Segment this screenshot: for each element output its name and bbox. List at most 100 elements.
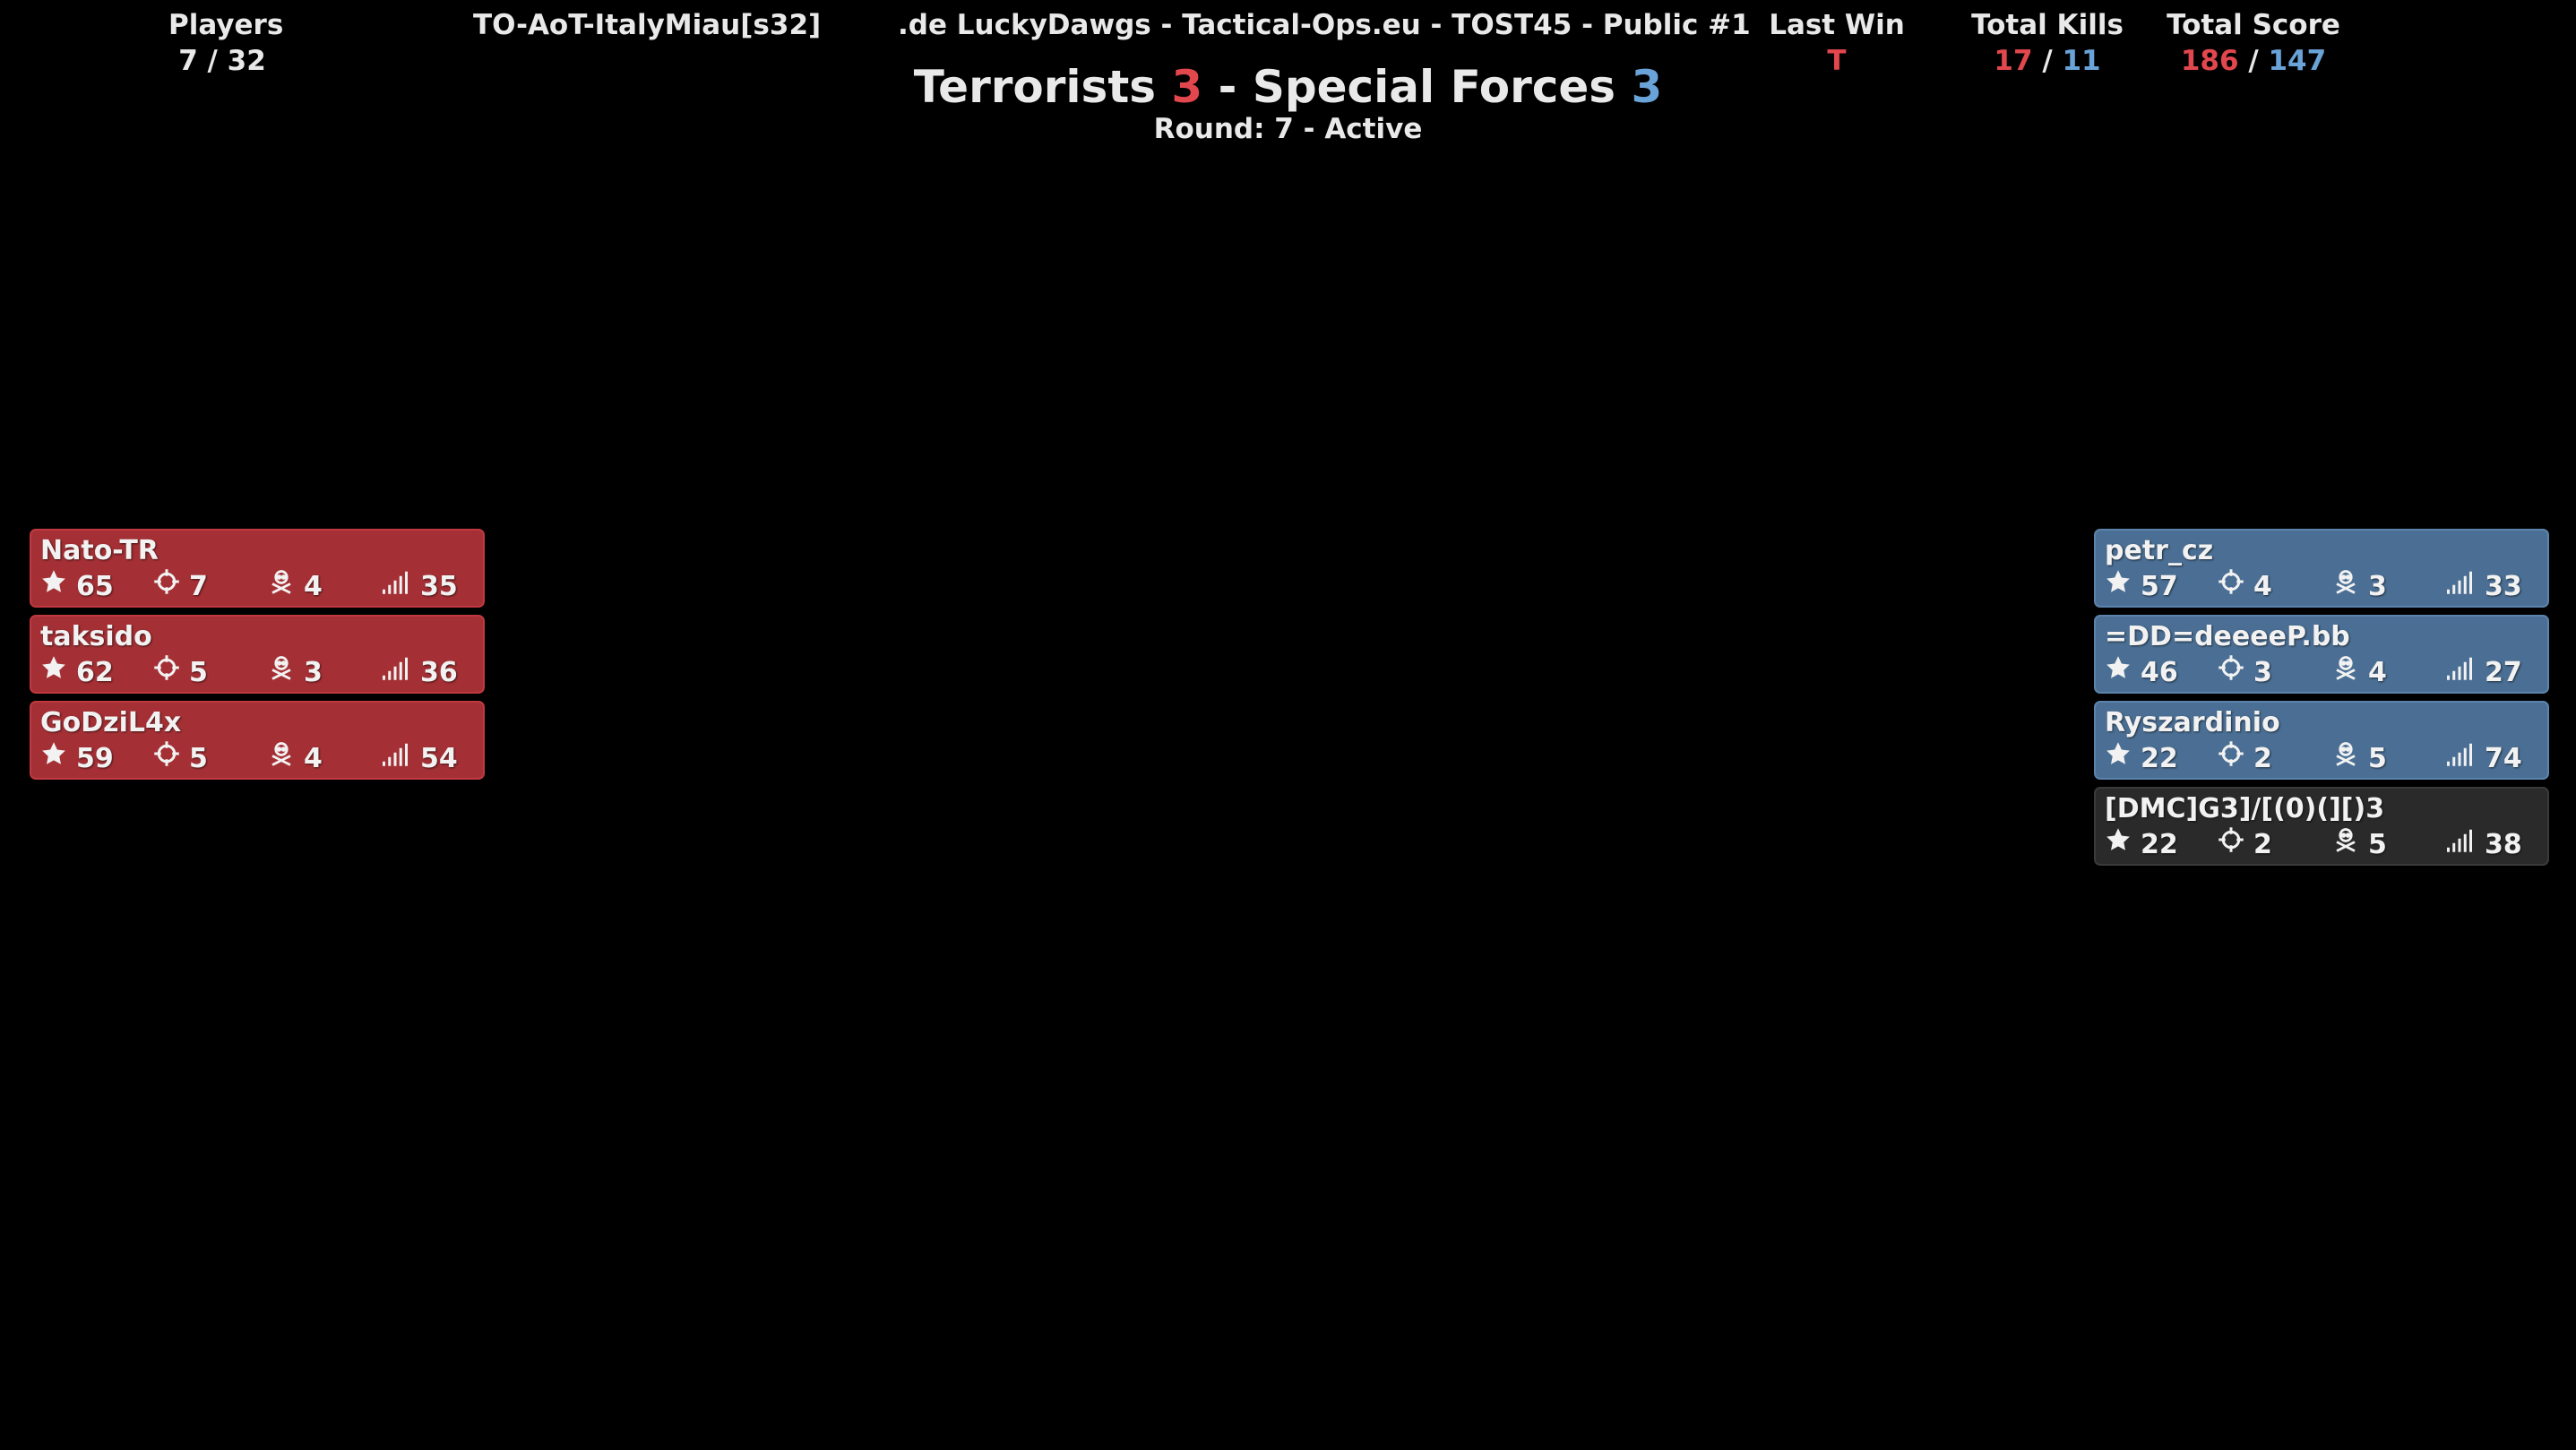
player-stats: 22 2 5 38 (2105, 826, 2538, 862)
player-kills-value: 5 (189, 742, 208, 774)
player-name: [DMC]G3]/[(0)(][)3 (2105, 793, 2385, 824)
player-card: =DD=deeeeP.bb 46 3 4 27 (2094, 615, 2549, 694)
map-name: TO-AoT-ItalyMiau[s32] (473, 9, 822, 41)
star-icon (40, 654, 76, 691)
player-kills: 2 (2218, 740, 2272, 777)
players-label: Players (168, 9, 284, 41)
player-score: 46 (2105, 654, 2178, 691)
player-score-value: 22 (2141, 828, 2178, 860)
player-ping-value: 36 (420, 656, 458, 688)
signal-bars-icon (2445, 740, 2485, 777)
signal-bars-icon (2445, 826, 2485, 863)
player-kills-value: 4 (2253, 570, 2272, 602)
player-deaths-value: 3 (2368, 570, 2387, 602)
scoreline-dash: - (1218, 61, 1237, 113)
player-deaths: 4 (268, 740, 323, 777)
player-ping-value: 54 (420, 742, 458, 774)
player-deaths: 3 (2332, 568, 2387, 605)
crosshair-icon (153, 568, 189, 605)
last-win-label: Last Win (1769, 9, 1905, 41)
player-kills: 5 (153, 740, 208, 777)
player-card: GoDziL4x 59 5 4 54 (30, 701, 485, 780)
player-ping: 54 (381, 740, 458, 777)
crosshair-icon (2218, 826, 2253, 863)
player-deaths: 3 (268, 654, 323, 691)
star-icon (2105, 568, 2141, 605)
player-deaths: 5 (2332, 826, 2387, 863)
team-score-special-forces: 3 (1631, 61, 1663, 113)
player-deaths: 5 (2332, 740, 2387, 777)
player-kills: 2 (2218, 826, 2272, 863)
star-icon (2105, 654, 2141, 691)
player-score-value: 22 (2141, 742, 2178, 774)
player-name: Nato-TR (40, 535, 159, 566)
terrorists-roster: Nato-TR 65 7 4 35 taksido 62 5 3 36 GoDziL4x 59 5 4 54 (30, 529, 485, 787)
team-name-special-forces: Special Forces (1252, 61, 1616, 113)
crosshair-icon (2218, 568, 2253, 605)
player-kills-value: 3 (2253, 656, 2272, 688)
player-kills: 7 (153, 568, 208, 605)
skull-crossbones-icon (2332, 740, 2368, 777)
team-scoreline: Terrorists 3 - Special Forces 3 (0, 57, 2576, 117)
total-score-label: Total Score (2167, 9, 2340, 41)
player-kills: 4 (2218, 568, 2272, 605)
player-score-value: 57 (2141, 570, 2178, 602)
player-stats: 59 5 4 54 (40, 740, 474, 776)
skull-crossbones-icon (2332, 654, 2368, 691)
player-card: [DMC]G3]/[(0)(][)3 22 2 5 38 (2094, 787, 2549, 866)
skull-crossbones-icon (268, 568, 304, 605)
crosshair-icon (153, 654, 189, 691)
signal-bars-icon (2445, 654, 2485, 691)
star-icon (2105, 826, 2141, 863)
player-deaths: 4 (268, 568, 323, 605)
player-deaths-value: 4 (304, 742, 323, 774)
star-icon (40, 568, 76, 605)
total-kills-label: Total Kills (1971, 9, 2124, 41)
player-card: taksido 62 5 3 36 (30, 615, 485, 694)
server-name: .de LuckyDawgs - Tactical-Ops.eu - TOST4… (898, 9, 1751, 41)
skull-crossbones-icon (268, 740, 304, 777)
round-status: Round: 7 - Active (1153, 113, 1423, 145)
player-name: =DD=deeeeP.bb (2105, 621, 2350, 652)
signal-bars-icon (381, 740, 420, 777)
player-deaths-value: 3 (304, 656, 323, 688)
skull-crossbones-icon (268, 654, 304, 691)
special-forces-roster: petr_cz 57 4 3 33 =DD=deeeeP.bb 46 3 4 27 Ryszardi… (2094, 529, 2549, 873)
signal-bars-icon (381, 654, 420, 691)
player-stats: 22 2 5 74 (2105, 740, 2538, 776)
player-name: GoDziL4x (40, 707, 182, 738)
player-score: 57 (2105, 568, 2178, 605)
player-deaths-value: 5 (2368, 828, 2387, 860)
player-kills: 3 (2218, 654, 2272, 691)
player-kills-value: 2 (2253, 742, 2272, 774)
player-deaths-value: 4 (304, 570, 323, 602)
player-stats: 46 3 4 27 (2105, 654, 2538, 690)
player-ping-value: 74 (2485, 742, 2522, 774)
player-score-value: 59 (76, 742, 114, 774)
signal-bars-icon (381, 568, 420, 605)
player-stats: 65 7 4 35 (40, 568, 474, 604)
player-deaths-value: 5 (2368, 742, 2387, 774)
player-score: 22 (2105, 740, 2178, 777)
player-score: 65 (40, 568, 114, 605)
player-ping-value: 38 (2485, 828, 2522, 860)
player-card: petr_cz 57 4 3 33 (2094, 529, 2549, 608)
signal-bars-icon (2445, 568, 2485, 605)
star-icon (2105, 740, 2141, 777)
player-ping: 33 (2445, 568, 2522, 605)
player-deaths-value: 4 (2368, 656, 2387, 688)
player-card: Ryszardinio 22 2 5 74 (2094, 701, 2549, 780)
crosshair-icon (2218, 654, 2253, 691)
player-kills: 5 (153, 654, 208, 691)
player-stats: 57 4 3 33 (2105, 568, 2538, 604)
player-stats: 62 5 3 36 (40, 654, 474, 690)
player-ping: 35 (381, 568, 458, 605)
star-icon (40, 740, 76, 777)
player-ping-value: 35 (420, 570, 458, 602)
player-ping-value: 27 (2485, 656, 2522, 688)
player-deaths: 4 (2332, 654, 2387, 691)
player-ping: 38 (2445, 826, 2522, 863)
team-name-terrorists: Terrorists (913, 61, 1156, 113)
player-score-value: 62 (76, 656, 114, 688)
player-score: 62 (40, 654, 114, 691)
